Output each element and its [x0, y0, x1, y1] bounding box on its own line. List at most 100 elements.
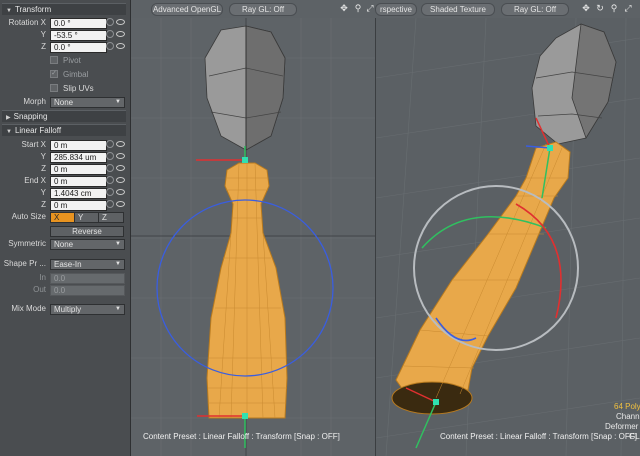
start-handle[interactable] [547, 145, 553, 151]
pivot-row: Pivot [0, 55, 128, 66]
start-y-field[interactable]: 285.834 um [50, 152, 107, 163]
rotation-z-field[interactable]: 0.0 ° [50, 42, 107, 53]
symmetric-label: Symmetric [8, 239, 46, 248]
poly-count-label: 64 Poly [614, 402, 640, 411]
chevron-down-icon: ▼ [115, 306, 121, 312]
rotation-y-field[interactable]: -53.5 ° [50, 30, 107, 41]
channels-label: Chann [616, 412, 640, 421]
gimbal-checkbox[interactable]: ✓ [50, 70, 58, 78]
move-icon[interactable]: ✥ [339, 3, 349, 13]
spinner-icon[interactable] [106, 30, 114, 38]
chevron-down-icon: ▼ [115, 241, 121, 247]
status-text-right: Content Preset : Linear Falloff : Transf… [440, 432, 637, 441]
in-label: In [39, 273, 46, 282]
auto-size-row: Auto Size X Y Z [0, 211, 128, 223]
end-handle[interactable] [242, 413, 248, 419]
pivot-checkbox[interactable] [50, 56, 58, 64]
body-mesh[interactable] [391, 141, 571, 415]
gimbal-row: ✓ Gimbal [0, 69, 128, 80]
mix-mode-dropdown[interactable]: Multiply ▼ [50, 304, 125, 315]
snapping-section-header[interactable]: ▶ Snapping [2, 110, 126, 122]
eye-icon[interactable] [116, 141, 125, 147]
eye-icon[interactable] [116, 19, 125, 25]
ray-gl-button-right[interactable]: Ray GL: Off [501, 3, 569, 16]
symmetric-row: Symmetric None ▼ [0, 238, 128, 250]
spinner-icon[interactable] [106, 140, 114, 148]
viewport-left-canvas [131, 18, 375, 456]
symmetric-dropdown[interactable]: None ▼ [50, 239, 125, 250]
spinner-icon[interactable] [106, 164, 114, 172]
start-handle[interactable] [242, 157, 248, 163]
eye-icon[interactable] [116, 189, 125, 195]
search-icon[interactable]: ⚲ [609, 3, 619, 13]
out-label: Out [33, 285, 46, 294]
expand-icon[interactable]: ⤢ [623, 3, 633, 13]
expand-triangle-icon: ▶ [6, 115, 11, 121]
chevron-down-icon: ▼ [115, 261, 121, 267]
eye-icon[interactable] [116, 165, 125, 171]
end-y-field[interactable]: 1.4043 cm [50, 188, 107, 199]
body-mesh[interactable] [206, 162, 288, 419]
viewport-left[interactable] [131, 18, 375, 456]
shape-preset-dropdown[interactable]: Ease-In ▼ [50, 259, 125, 270]
start-z-field[interactable]: 0 m [50, 164, 107, 175]
ray-gl-button-left[interactable]: Ray GL: Off [229, 3, 297, 16]
end-x-field[interactable]: 0 m [50, 176, 107, 187]
rotation-z-label: Z [41, 42, 46, 51]
morph-label: Morph [23, 97, 46, 106]
shaded-texture-button[interactable]: Shaded Texture [421, 3, 495, 16]
eye-icon[interactable] [116, 43, 125, 49]
end-x-label: End X [24, 176, 46, 185]
collapse-triangle-icon: ▼ [6, 129, 12, 135]
chevron-down-icon: ▼ [115, 99, 121, 105]
spinner-icon[interactable] [106, 42, 114, 50]
start-y-label: Y [40, 152, 46, 161]
end-z-field[interactable]: 0 m [50, 200, 107, 211]
auto-size-x-button[interactable]: X [50, 212, 75, 223]
linear-falloff-section-header[interactable]: ▼ Linear Falloff [2, 124, 126, 136]
start-x-field[interactable]: 0 m [50, 140, 107, 151]
section-title: Snapping [13, 112, 48, 121]
slip-uvs-label: Slip UVs [63, 84, 94, 93]
spinner-icon[interactable] [106, 18, 114, 26]
eye-icon[interactable] [116, 31, 125, 37]
start-z-label: Z [41, 164, 46, 173]
move-icon[interactable]: ✥ [581, 3, 591, 13]
viewport-right[interactable]: 64 Poly Chann Deformer GL [376, 18, 640, 456]
rotation-x-field[interactable]: 0.0 ° [50, 18, 107, 29]
advanced-opengl-button[interactable]: Advanced OpenGL [151, 3, 223, 16]
reverse-button[interactable]: Reverse [50, 226, 124, 237]
end-y-row: Y 1.4043 cm [0, 187, 128, 199]
transform-section-header[interactable]: ▼ Transform [2, 3, 126, 15]
gimbal-label: Gimbal [63, 70, 89, 79]
out-field[interactable]: 0.0 [50, 285, 125, 296]
end-handle[interactable] [433, 399, 439, 405]
morph-dropdown[interactable]: None ▼ [50, 97, 125, 108]
rotate-view-icon[interactable]: ↻ [595, 3, 605, 13]
end-z-label: Z [41, 200, 46, 209]
mix-mode-label: Mix Mode [11, 304, 46, 313]
perspective-button[interactable]: rspective [375, 3, 417, 16]
rotation-y-label: Y [40, 30, 46, 39]
eye-icon[interactable] [116, 153, 125, 159]
spinner-icon[interactable] [106, 200, 114, 208]
auto-size-z-button[interactable]: Z [98, 212, 124, 223]
auto-size-y-button[interactable]: Y [74, 212, 99, 223]
end-y-label: Y [40, 188, 46, 197]
expand-icon[interactable]: ⤢ [365, 3, 375, 13]
in-field[interactable]: 0.0 [50, 273, 125, 284]
spinner-icon[interactable] [106, 152, 114, 160]
eye-icon[interactable] [116, 177, 125, 183]
slip-uvs-checkbox[interactable] [50, 84, 58, 92]
search-icon[interactable]: ⚲ [353, 3, 363, 13]
spinner-icon[interactable] [106, 188, 114, 196]
pivot-label: Pivot [63, 56, 81, 65]
spinner-icon[interactable] [106, 176, 114, 184]
morph-row: Morph None ▼ [0, 96, 128, 108]
start-x-row: Start X 0 m [0, 139, 128, 151]
head-mesh[interactable] [531, 23, 617, 145]
head-mesh[interactable] [204, 25, 286, 151]
symmetric-value: None [54, 240, 74, 249]
rotation-z-row: Z 0.0 ° [0, 41, 128, 53]
eye-icon[interactable] [116, 201, 125, 207]
